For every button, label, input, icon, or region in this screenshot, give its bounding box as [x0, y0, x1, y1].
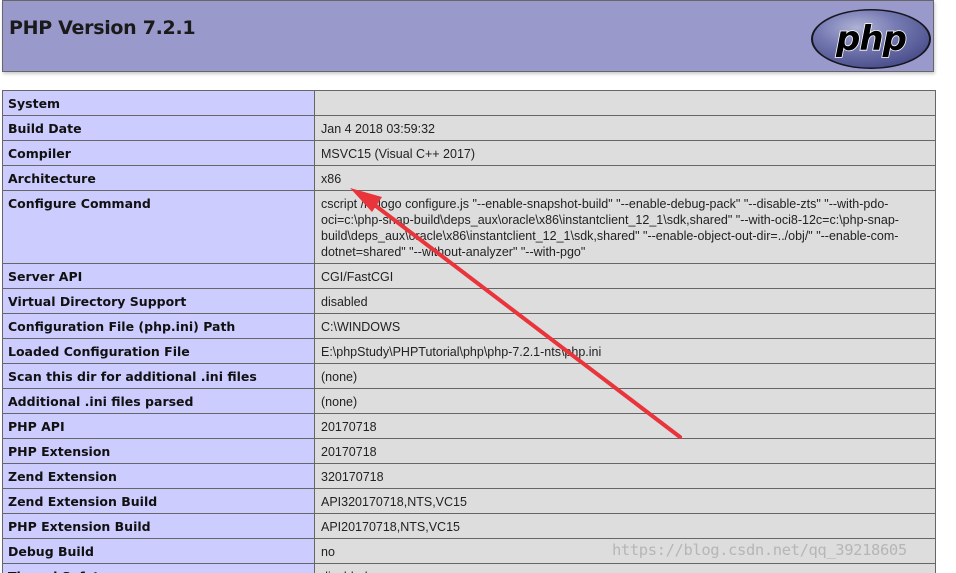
- info-label: Zend Extension: [2, 463, 315, 489]
- info-row: Configure Command cscript /nologo configu…: [2, 190, 936, 264]
- info-label: Scan this dir for additional .ini files: [2, 363, 315, 389]
- info-value: disabled: [314, 288, 936, 314]
- phpinfo-page: PHP Version 7.2.1 php System Build Date Ja…: [0, 0, 956, 573]
- info-label: System: [2, 90, 315, 116]
- info-value: [314, 90, 936, 116]
- info-label: Debug Build: [2, 538, 315, 564]
- info-value: cscript /nologo configure.js "--enable-s…: [314, 190, 936, 264]
- info-row: Configuration File (php.ini) Path C:\WIND…: [2, 313, 936, 339]
- info-row: PHP Extension Build API20170718,NTS,VC15: [2, 513, 936, 539]
- version-header: PHP Version 7.2.1 php: [2, 0, 934, 72]
- info-value: (none): [314, 363, 936, 389]
- info-row: PHP Extension 20170718: [2, 438, 936, 464]
- info-row: Thread Safetydisabled: [2, 563, 936, 573]
- php-logo-text: php: [835, 19, 907, 59]
- info-label: Additional .ini files parsed: [2, 388, 315, 414]
- info-value: 320170718: [314, 463, 936, 489]
- info-table: System Build Date Jan 4 2018 03:59:32 Compi…: [2, 90, 936, 573]
- info-label: Configure Command: [2, 190, 315, 264]
- info-value: 20170718: [314, 413, 936, 439]
- info-value: (none): [314, 388, 936, 414]
- info-value: C:\WINDOWS: [314, 313, 936, 339]
- info-value: API320170718,NTS,VC15: [314, 488, 936, 514]
- info-value: disabled: [314, 563, 936, 573]
- info-value: 20170718: [314, 438, 936, 464]
- info-label: Zend Extension Build: [2, 488, 315, 514]
- page-title: PHP Version 7.2.1: [9, 17, 196, 39]
- info-row: Scan this dir for additional .ini files(…: [2, 363, 936, 389]
- info-value: API20170718,NTS,VC15: [314, 513, 936, 539]
- info-label: Build Date: [2, 115, 315, 141]
- info-row: Virtual Directory Support disabled: [2, 288, 936, 314]
- info-row: Build Date Jan 4 2018 03:59:32: [2, 115, 936, 141]
- info-label: PHP API: [2, 413, 315, 439]
- info-row: Loaded Configuration File E:\phpStudy\PHP…: [2, 338, 936, 364]
- info-row: Compiler MSVC15 (Visual C++ 2017): [2, 140, 936, 166]
- info-row: Zend Extension 320170718: [2, 463, 936, 489]
- info-label: Loaded Configuration File: [2, 338, 315, 364]
- info-row: Additional .ini files parsed (none): [2, 388, 936, 414]
- info-label: Architecture: [2, 165, 315, 191]
- info-row: Server API CGI/FastCGI: [2, 263, 936, 289]
- info-label: Compiler: [2, 140, 315, 166]
- info-row: Architecture x86: [2, 165, 936, 191]
- info-value: x86: [314, 165, 936, 191]
- info-label: PHP Extension Build: [2, 513, 315, 539]
- watermark: https://blog.csdn.net/qq_39218605: [612, 541, 907, 559]
- info-value: CGI/FastCGI: [314, 263, 936, 289]
- info-value: E:\phpStudy\PHPTutorial\php\php-7.2.1-nt…: [314, 338, 936, 364]
- info-row: System: [2, 90, 936, 116]
- info-row: PHP API 20170718: [2, 413, 936, 439]
- info-label: Virtual Directory Support: [2, 288, 315, 314]
- php-logo: php: [811, 9, 931, 69]
- info-value: Jan 4 2018 03:59:32: [314, 115, 936, 141]
- info-label: Thread Safety: [2, 563, 315, 573]
- info-value: MSVC15 (Visual C++ 2017): [314, 140, 936, 166]
- info-label: PHP Extension: [2, 438, 315, 464]
- info-label: Configuration File (php.ini) Path: [2, 313, 315, 339]
- info-label: Server API: [2, 263, 315, 289]
- info-row: Zend Extension Build API320170718,NTS,VC1…: [2, 488, 936, 514]
